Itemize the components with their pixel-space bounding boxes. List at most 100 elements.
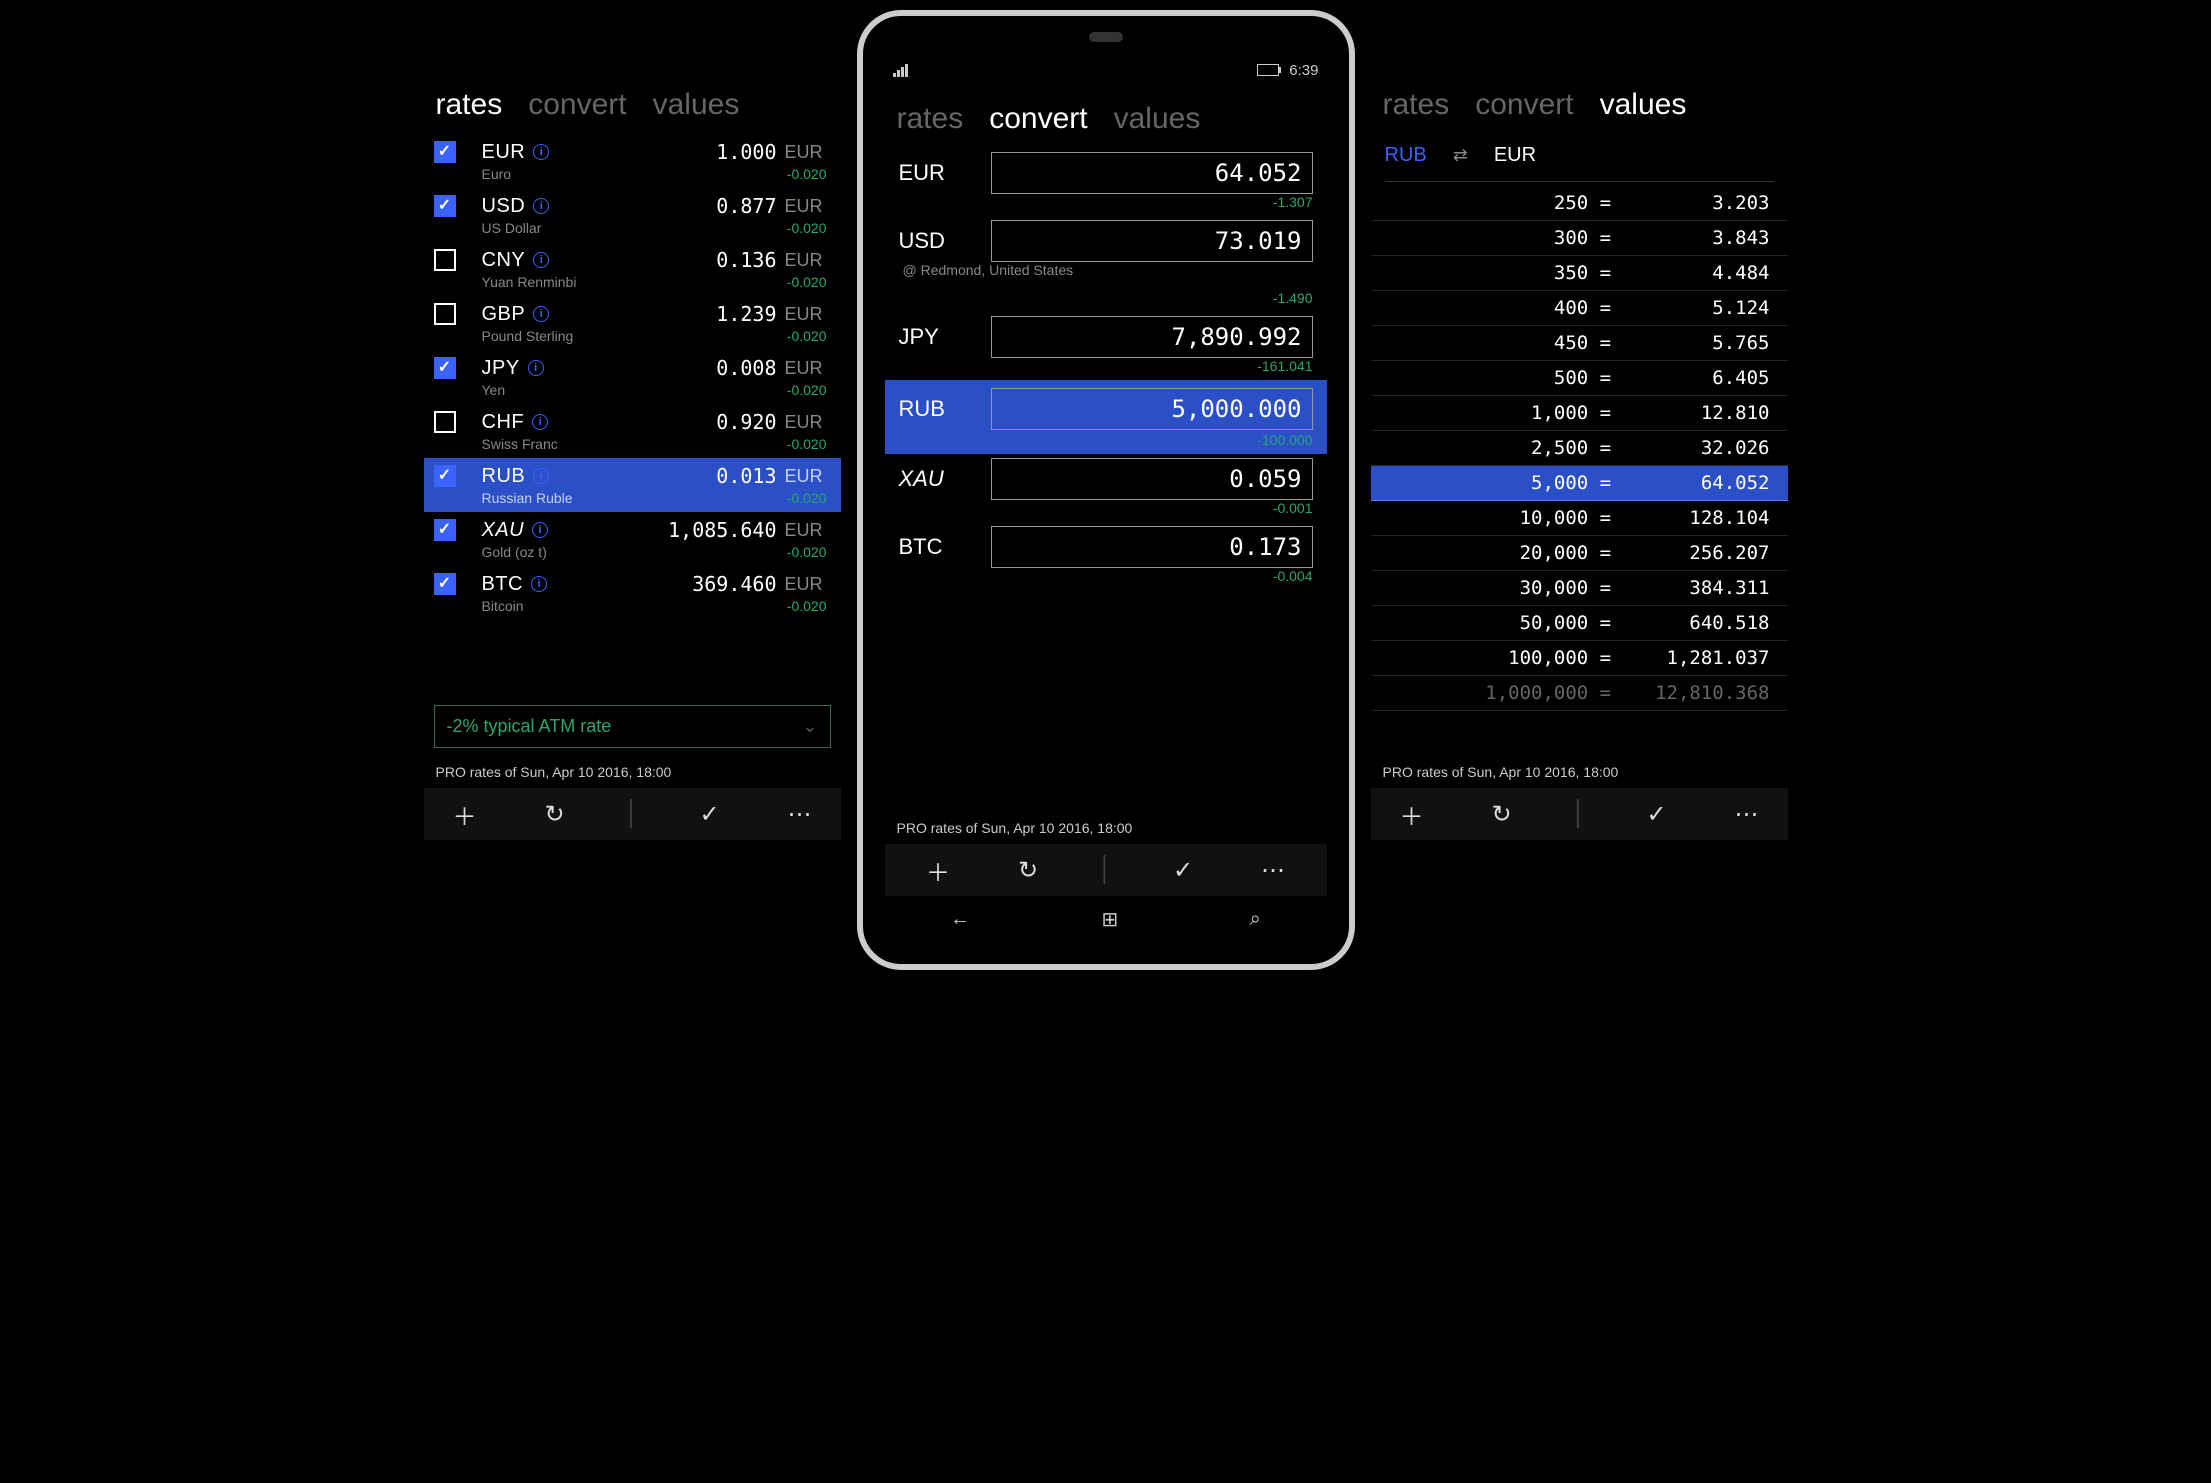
currency-checkbox[interactable] xyxy=(434,465,456,487)
more-button[interactable]: ⋯ xyxy=(1727,800,1767,829)
info-icon[interactable]: i xyxy=(533,198,549,214)
values-row[interactable]: 300 =3.843 xyxy=(1371,221,1788,256)
rate-row[interactable]: XAUi1,085.640EUR xyxy=(424,512,841,544)
values-row[interactable]: 50,000 =640.518 xyxy=(1371,606,1788,641)
info-icon[interactable]: i xyxy=(532,414,548,430)
rate-row[interactable]: GBPi1.239EUR xyxy=(424,296,841,328)
values-row[interactable]: 450 =5.765 xyxy=(1371,326,1788,361)
info-icon[interactable]: i xyxy=(528,360,544,376)
currency-code: CHF xyxy=(482,411,525,434)
tab-values[interactable]: values xyxy=(1600,88,1687,122)
currency-code: CNY xyxy=(482,249,526,272)
currency-name: Bitcoin xyxy=(482,598,769,614)
currency-checkbox[interactable] xyxy=(434,357,456,379)
rate-unit: EUR xyxy=(785,412,831,433)
values-row[interactable]: 20,000 =256.207 xyxy=(1371,536,1788,571)
convert-input[interactable] xyxy=(991,526,1313,568)
values-row[interactable]: 30,000 =384.311 xyxy=(1371,571,1788,606)
tab-bar: rates convert values xyxy=(885,84,1327,144)
add-button[interactable]: ＋ xyxy=(918,853,958,888)
appbar-separator: │ xyxy=(1098,856,1113,884)
values-row[interactable]: 250 =3.203 xyxy=(1371,186,1788,221)
tab-convert[interactable]: convert xyxy=(1475,88,1573,122)
currency-checkbox[interactable] xyxy=(434,249,456,271)
rate-row[interactable]: CHFi0.920EUR xyxy=(424,404,841,436)
values-row[interactable]: 500 =6.405 xyxy=(1371,361,1788,396)
confirm-button[interactable]: ✓ xyxy=(1163,856,1203,885)
atm-rate-label: -2% typical ATM rate xyxy=(447,716,612,737)
values-row[interactable]: 100,000 =1,281.037 xyxy=(1371,641,1788,676)
tab-values[interactable]: values xyxy=(653,88,740,122)
values-row[interactable]: 10,000 =128.104 xyxy=(1371,501,1788,536)
convert-input[interactable] xyxy=(991,388,1313,430)
home-button[interactable]: ⊞ xyxy=(1102,907,1119,932)
more-button[interactable]: ⋯ xyxy=(1253,856,1293,885)
add-button[interactable]: ＋ xyxy=(445,797,485,832)
currency-checkbox[interactable] xyxy=(434,519,456,541)
tab-rates[interactable]: rates xyxy=(436,88,503,122)
info-icon[interactable]: i xyxy=(533,252,549,268)
swap-icon[interactable]: ⇄ xyxy=(1453,145,1468,166)
values-rhs: 12.810 xyxy=(1617,402,1769,424)
rate-value: 1,085.640 xyxy=(668,518,776,542)
values-row[interactable]: 5,000 =64.052 xyxy=(1371,466,1788,501)
rate-row[interactable]: JPYi0.008EUR xyxy=(424,350,841,382)
currency-checkbox[interactable] xyxy=(434,411,456,433)
values-lhs: 30,000 = xyxy=(1389,577,1618,599)
rate-row[interactable]: CNYi0.136EUR xyxy=(424,242,841,274)
rate-row[interactable]: RUBi0.013EUR xyxy=(424,458,841,490)
info-icon[interactable]: i xyxy=(531,576,547,592)
add-button[interactable]: ＋ xyxy=(1392,797,1432,832)
atm-rate-select[interactable]: -2% typical ATM rate ⌄ xyxy=(434,705,831,748)
values-from-currency[interactable]: RUB xyxy=(1385,144,1427,167)
currency-checkbox[interactable] xyxy=(434,303,456,325)
more-button[interactable]: ⋯ xyxy=(780,800,820,829)
info-icon[interactable]: i xyxy=(532,522,548,538)
tab-rates[interactable]: rates xyxy=(897,102,964,136)
convert-subrow: -100.000 xyxy=(885,432,1327,454)
info-icon[interactable]: i xyxy=(533,144,549,160)
values-to-currency[interactable]: EUR xyxy=(1494,144,1536,167)
refresh-button[interactable]: ↻ xyxy=(1008,856,1048,885)
info-icon[interactable]: i xyxy=(533,468,549,484)
convert-input[interactable] xyxy=(991,316,1313,358)
confirm-button[interactable]: ✓ xyxy=(1637,800,1677,829)
signal-icon xyxy=(893,64,908,77)
currency-checkbox[interactable] xyxy=(434,141,456,163)
values-row[interactable]: 1,000 =12.810 xyxy=(1371,396,1788,431)
rate-row[interactable]: BTCi369.460EUR xyxy=(424,566,841,598)
convert-delta: -0.001 xyxy=(991,500,1313,516)
refresh-button[interactable]: ↻ xyxy=(535,800,575,829)
currency-name: Gold (oz t) xyxy=(482,544,769,560)
currency-name: Yen xyxy=(482,382,769,398)
values-rhs: 640.518 xyxy=(1617,612,1769,634)
currency-code: BTC xyxy=(899,534,979,560)
tab-rates[interactable]: rates xyxy=(1383,88,1450,122)
values-row[interactable]: 350 =4.484 xyxy=(1371,256,1788,291)
values-row[interactable]: 400 =5.124 xyxy=(1371,291,1788,326)
convert-input[interactable] xyxy=(991,220,1313,262)
confirm-button[interactable]: ✓ xyxy=(690,800,730,829)
convert-input[interactable] xyxy=(991,458,1313,500)
currency-checkbox[interactable] xyxy=(434,195,456,217)
rate-row[interactable]: EURi1.000EUR xyxy=(424,134,841,166)
battery-icon xyxy=(1257,64,1279,76)
convert-delta: -0.004 xyxy=(991,568,1313,584)
info-icon[interactable]: i xyxy=(533,306,549,322)
tab-convert[interactable]: convert xyxy=(528,88,626,122)
values-list: 250 =3.203300 =3.843350 =4.484400 =5.124… xyxy=(1371,182,1788,756)
currency-checkbox[interactable] xyxy=(434,573,456,595)
rate-row[interactable]: USDi0.877EUR xyxy=(424,188,841,220)
convert-list: EUR-1.307USD@ Redmond, United States-1.4… xyxy=(885,144,1327,812)
convert-delta: -161.041 xyxy=(991,358,1313,374)
convert-input[interactable] xyxy=(991,152,1313,194)
values-rhs: 1,281.037 xyxy=(1617,647,1769,669)
tab-values[interactable]: values xyxy=(1114,102,1201,136)
refresh-button[interactable]: ↻ xyxy=(1482,800,1522,829)
values-row[interactable]: 1,000,000 =12,810.368 xyxy=(1371,676,1788,711)
tab-convert[interactable]: convert xyxy=(989,102,1087,136)
search-button[interactable]: ⌕ xyxy=(1250,908,1261,931)
back-button[interactable]: ← xyxy=(950,908,970,931)
values-row[interactable]: 2,500 =32.026 xyxy=(1371,431,1788,466)
values-lhs: 300 = xyxy=(1389,227,1618,249)
